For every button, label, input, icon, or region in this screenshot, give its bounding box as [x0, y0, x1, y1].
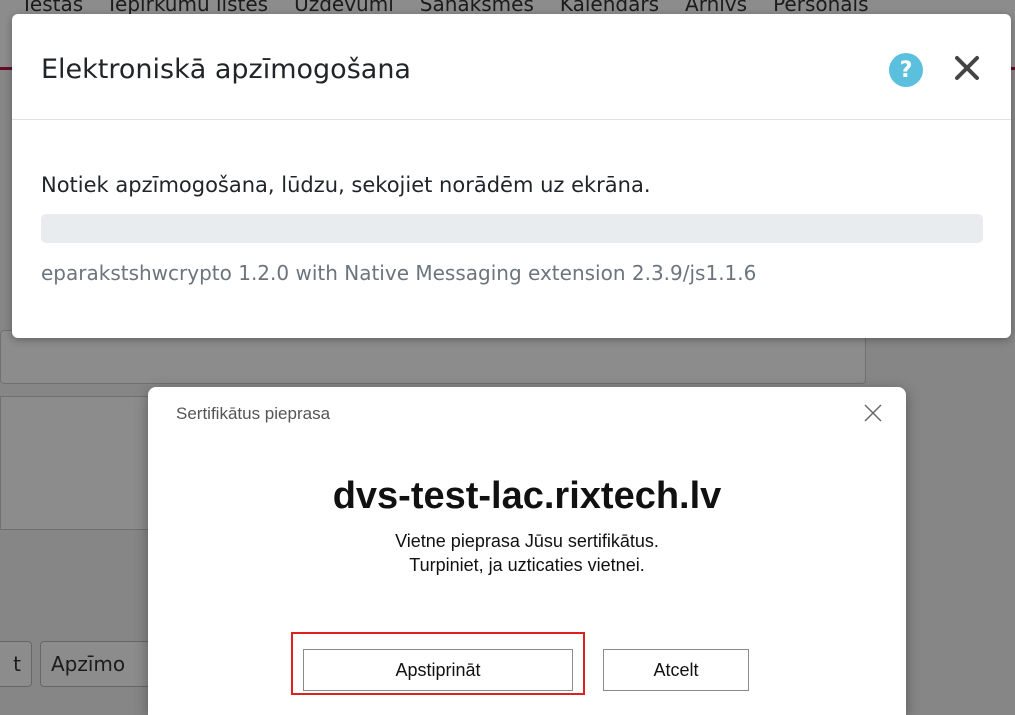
dialog-title: Sertifikātus pieprasa — [176, 404, 331, 423]
dialog-close-glyph — [864, 404, 882, 422]
dialog-close-icon[interactable] — [860, 400, 886, 426]
requesting-domain: dvs-test-lac.rixtech.lv — [332, 475, 722, 517]
version-text: eparakstshwcrypto 1.2.0 with Native Mess… — [41, 261, 757, 285]
close-icon[interactable] — [949, 50, 985, 86]
close-icon-glyph — [955, 56, 979, 80]
cancel-button[interactable]: Atcelt — [603, 649, 749, 691]
dialog-message-line-2: Turpiniet, ja uzticaties vietnei. — [409, 555, 645, 575]
certificate-request-dialog: Sertifikātus pieprasa dvs-test-lac.rixte… — [148, 387, 906, 715]
help-icon-glyph: ? — [899, 57, 913, 83]
progress-bar — [41, 214, 983, 243]
modal-header: Elektroniskā apzīmogošana ? — [12, 14, 1011, 120]
stamping-modal: Elektroniskā apzīmogošana ? Notiek apzīm… — [12, 14, 1011, 338]
modal-title: Elektroniskā apzīmogošana — [41, 54, 411, 85]
status-message: Notiek apzīmogošana, lūdzu, sekojiet nor… — [41, 173, 651, 197]
dialog-message-line-1: Vietne pieprasa Jūsu sertifikātus. — [395, 531, 659, 551]
confirm-button[interactable]: Apstiprināt — [303, 649, 573, 691]
help-icon[interactable]: ? — [889, 53, 923, 87]
